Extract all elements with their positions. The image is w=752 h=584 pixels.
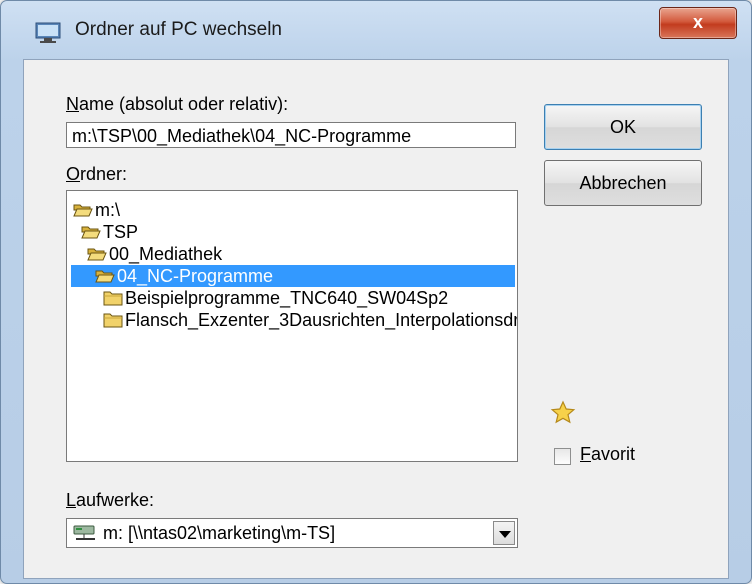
tree-item-nc-programme[interactable]: 04_NC-Programme: [71, 265, 515, 287]
open-folder-icon: [95, 270, 115, 283]
name-input[interactable]: m:\TSP\00_Mediathek\04_NC-Programme: [66, 122, 516, 148]
app-icon: [35, 22, 61, 43]
folder-icon: [103, 313, 123, 328]
open-folder-icon: [73, 204, 93, 217]
drive-select[interactable]: m: [\\ntas02\marketing\m-TS]: [66, 518, 518, 548]
open-folder-icon: [81, 226, 101, 239]
dialog-body: Name (absolut oder relativ): m:\TSP\00_M…: [23, 59, 729, 579]
drive-select-value: m: [\\ntas02\marketing\m-TS]: [103, 523, 336, 543]
close-button[interactable]: x: [659, 7, 737, 39]
chevron-down-icon[interactable]: [493, 521, 515, 545]
star-icon: [550, 400, 576, 424]
favorite-checkbox[interactable]: [554, 448, 571, 465]
folder-label: Ordner:: [66, 164, 128, 184]
drives-label: Laufwerke:: [66, 490, 155, 510]
folder-tree[interactable]: m:\ TSP 00_Mediathek 04_NC-Programme Bei…: [66, 190, 518, 462]
cancel-button[interactable]: Abbrechen: [544, 160, 702, 206]
favorite-label[interactable]: Favorit: [580, 444, 635, 465]
folder-icon: [103, 291, 123, 306]
window-title: Ordner auf PC wechseln: [75, 19, 282, 40]
title-bar[interactable]: Ordner auf PC wechseln x: [1, 1, 751, 59]
name-label: Name (absolut oder relativ):: [66, 94, 289, 114]
network-drive-icon: [73, 525, 95, 540]
ok-button[interactable]: OK: [544, 104, 702, 150]
close-icon: x: [692, 12, 703, 32]
dialog-window: Ordner auf PC wechseln x Name (absolut o…: [0, 0, 752, 584]
open-folder-icon: [87, 248, 107, 261]
